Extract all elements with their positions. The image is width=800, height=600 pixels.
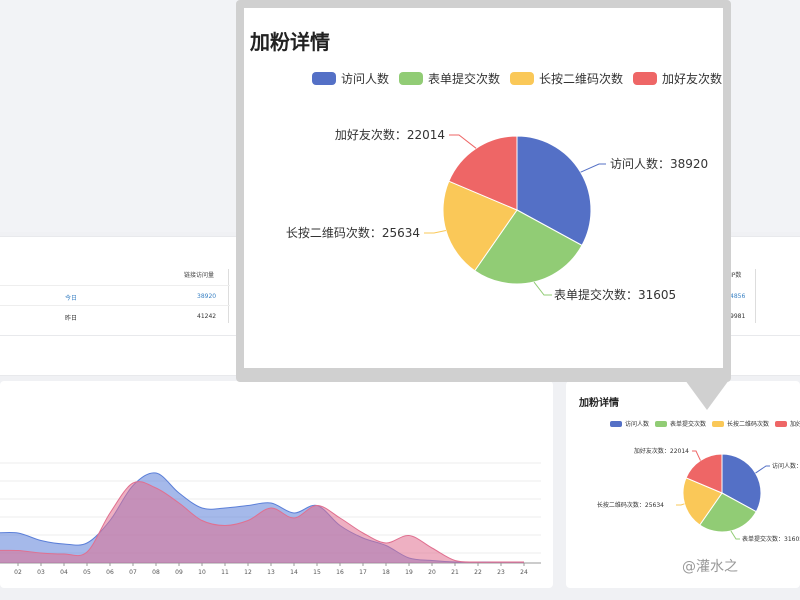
- x-tick-label: 19: [405, 569, 413, 576]
- pie-label-line: [424, 230, 447, 234]
- x-tick-label: 15: [313, 569, 321, 576]
- x-tick-label: 04: [60, 569, 68, 576]
- zoom-popup-pointer: [685, 380, 729, 410]
- pie-chart: 访问人数：38920 表单提交次数：31605 长按二维码次数：25634 加好友次数…: [286, 127, 708, 302]
- x-tick-label: 22: [474, 569, 482, 576]
- x-tick-label: 02: [14, 569, 22, 576]
- column-divider: [228, 269, 229, 323]
- x-tick-label: 07: [129, 569, 137, 576]
- row-label-today: 今日: [65, 295, 78, 302]
- area-chart-card: 02 03 04 05 06 07 08 09 10 11 12 13 14 15 16 17 18 19 20 21…: [0, 381, 553, 588]
- pie-slice-label: 加好友次数：22014: [335, 127, 445, 142]
- row-value-today[interactable]: 38920: [197, 293, 216, 300]
- x-tick-label: 10: [198, 569, 206, 576]
- col-header-ip: IP数: [730, 272, 742, 279]
- row-value-yesterday-ip: 9981: [730, 313, 746, 320]
- x-tick-label: 03: [37, 569, 45, 576]
- pie-slice-label: 访问人数：38920: [610, 156, 708, 171]
- x-tick-label: 16: [336, 569, 344, 576]
- row-value-yesterday: 41242: [197, 313, 217, 320]
- x-tick-label: 11: [221, 569, 229, 576]
- small-pie-label-line: [755, 465, 770, 474]
- x-tick-label: 09: [175, 569, 183, 576]
- small-pie-slice-label: 访问人数：38920: [772, 462, 800, 470]
- watermark: @灌水之: [682, 559, 738, 575]
- pie-label-line: [449, 134, 477, 149]
- row-divider: [0, 305, 230, 306]
- pie-slice-label: 表单提交次数：31605: [554, 287, 676, 302]
- zoom-popup-content: 加粉详情 访问人数 表单提交次数 长按二维码次数 加好友次数 访问人数：38920 表单…: [244, 8, 723, 368]
- x-tick-label: 24: [520, 569, 528, 576]
- small-pie-slice-label: 长按二维码次数：25634: [597, 501, 664, 509]
- row-label-yesterday: 昨日: [65, 315, 78, 322]
- x-tick-label: 17: [359, 569, 367, 576]
- pie-label-line: [533, 281, 552, 296]
- area-chart: 02 03 04 05 06 07 08 09 10 11 12 13 14 15 16 17 18 19 20 21…: [0, 462, 541, 576]
- small-pie-slice-label: 加好友次数：22014: [634, 447, 689, 455]
- row-divider: [0, 285, 230, 286]
- small-pie-label-line: [692, 450, 701, 461]
- x-tick-label: 06: [106, 569, 114, 576]
- x-tick-label: 23: [497, 569, 505, 576]
- x-tick-label: 13: [267, 569, 275, 576]
- x-tick-label: 21: [451, 569, 459, 576]
- x-tick-label: 20: [428, 569, 436, 576]
- pie-label-line: [580, 163, 606, 173]
- column-divider: [755, 269, 756, 323]
- small-pie-slice-label: 表单提交次数：31605: [742, 535, 800, 543]
- x-tick-label: 05: [83, 569, 91, 576]
- col-header-visits: 链接访问量: [184, 272, 215, 279]
- pie-slice-label: 长按二维码次数：25634: [286, 225, 420, 240]
- small-pie-label-line: [730, 530, 740, 540]
- small-pie-label-line: [676, 503, 685, 506]
- x-tick-label: 18: [382, 569, 390, 576]
- x-tick-label: 14: [290, 569, 298, 576]
- zoom-popup: 加粉详情 访问人数 表单提交次数 长按二维码次数 加好友次数 访问人数：38920 表单…: [236, 0, 731, 382]
- x-tick-label: 08: [152, 569, 160, 576]
- x-tick-label: 12: [244, 569, 252, 576]
- row-value-today-ip[interactable]: 4856: [730, 293, 745, 300]
